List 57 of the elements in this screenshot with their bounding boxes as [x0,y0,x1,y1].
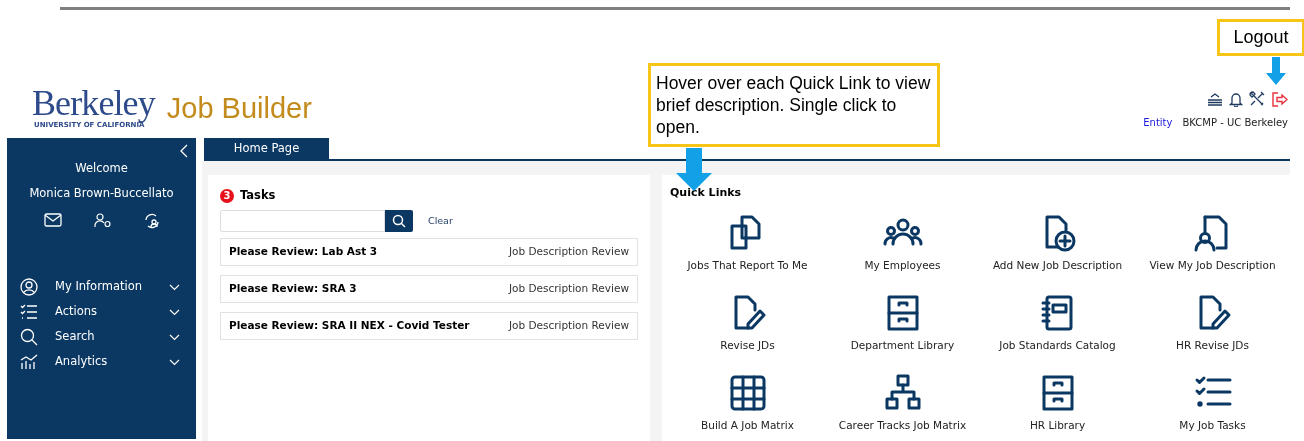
quick-link[interactable]: Job Standards Catalog [980,287,1135,364]
user-name: Monica Brown-Buccellato [29,185,174,203]
count-badge: 3 [220,188,234,203]
quick-link[interactable]: Build A Job Matrix [670,367,825,441]
search-icon [392,214,406,229]
clear-link[interactable]: Clear [428,214,453,229]
task-title: Please Review: SRA 3 [229,281,357,297]
task-type: Job Description Review [508,318,629,334]
chart-icon [20,354,38,370]
task-title: Please Review: SRA II NEX - Covid Tester [229,318,470,334]
task-type: Job Description Review [508,244,629,260]
sidebar-item[interactable]: My Information [7,274,196,300]
welcome-text: Welcome [75,160,128,177]
logout-icon[interactable] [1271,91,1288,107]
task-title: Please Review: Lab Ast 3 [229,244,378,260]
callout-box: Hover over each Quick Link to view brief description. Single click to open. [648,63,940,147]
tab[interactable]: Home Page [204,138,329,159]
user-sync-icon[interactable] [143,212,160,229]
entity-link[interactable]: Entity [1143,115,1173,130]
user-icon [20,278,38,296]
quick-link[interactable]: HR Revise JDs [1135,287,1290,364]
quick-link[interactable]: HR Library [980,367,1135,441]
chevron-down-icon [169,358,180,366]
pointer-arrow [1266,57,1286,85]
app-title: Job Builder [166,91,312,126]
entity-value: BKCMP - UC Berkeley [1182,116,1288,130]
callout-box: Logout [1217,19,1304,56]
task-type: Job Description Review [508,281,629,297]
chevron-down-icon [169,283,180,291]
layers-icon[interactable] [1207,92,1223,106]
quick-link[interactable]: My Job Tasks [1135,367,1290,441]
tools-icon[interactable] [1249,91,1265,107]
bell-icon[interactable] [1229,91,1243,107]
mail-icon[interactable] [43,212,62,227]
task-row[interactable]: Please Review: Lab Ast 3 Job Description Review [220,238,638,267]
checklist-icon [20,304,38,320]
chevron-down-icon [169,308,180,316]
collapse-icon[interactable] [180,144,188,158]
chevron-down-icon [169,333,180,341]
sidebar-item[interactable]: Analytics [7,349,196,375]
quick-link[interactable]: Career Tracks Job Matrix [825,367,980,441]
search-button[interactable] [385,210,413,233]
quick-link[interactable]: Jobs That Report To Me [670,207,825,284]
quick-links-heading: Quick Links [670,185,743,201]
sidebar-item[interactable]: Search [7,324,196,350]
sidebar-item[interactable]: Actions [7,299,196,325]
task-row[interactable]: Please Review: SRA II NEX - Covid Tester Job Description Review [220,312,638,341]
quick-link[interactable]: View My Job Description [1135,207,1290,284]
user-gear-icon[interactable] [93,212,112,228]
quick-link[interactable]: Department Library [825,287,980,364]
search-field[interactable] [220,210,385,233]
quick-link[interactable]: Add New Job Description [980,207,1135,284]
search-icon [20,328,38,346]
task-row[interactable]: Please Review: SRA 3 Job Description Review [220,275,638,304]
tasks-heading: Tasks [240,187,276,204]
quick-link[interactable]: My Employees [825,207,980,284]
quick-link[interactable]: Revise JDs [670,287,825,364]
